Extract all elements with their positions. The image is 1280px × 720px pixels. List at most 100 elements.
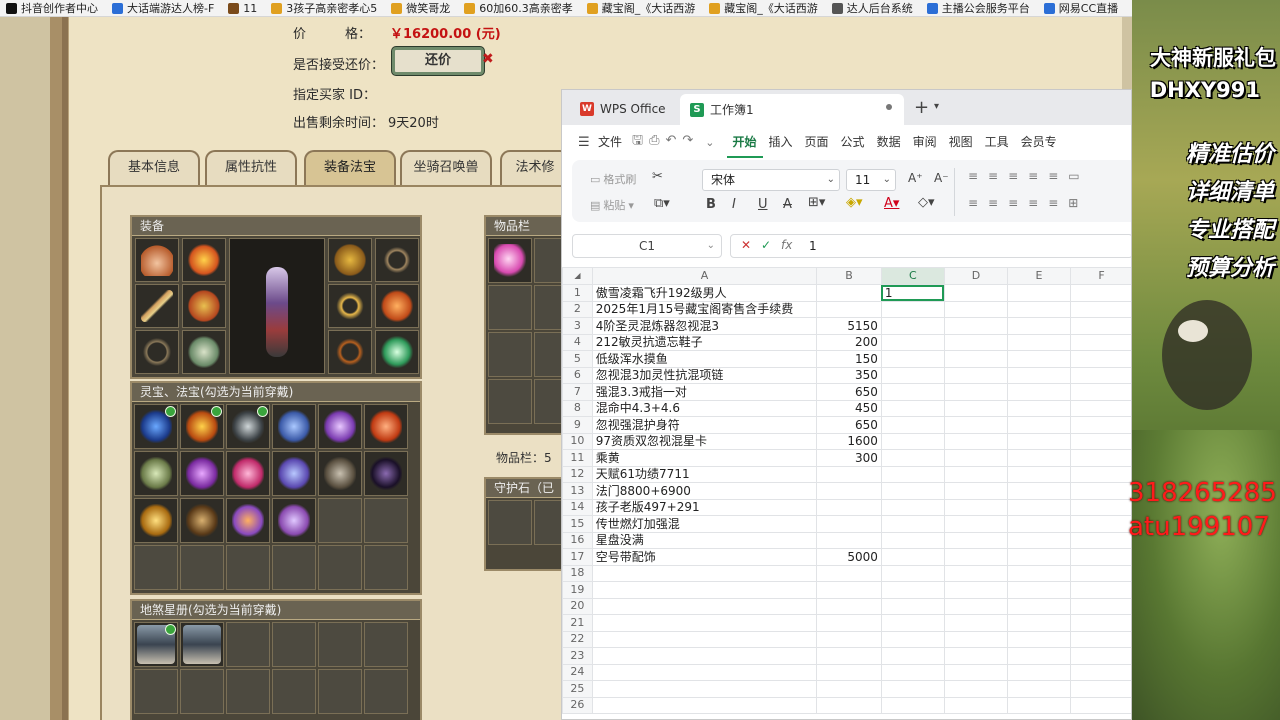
equip-slot-pendant[interactable] [375, 238, 419, 282]
cell-b[interactable] [816, 531, 882, 549]
cell-b[interactable] [816, 300, 882, 318]
menu-insert[interactable]: 插入 [763, 125, 799, 159]
cell-f[interactable] [1069, 498, 1131, 516]
cell-a[interactable]: 低级浑水摸鱼 [591, 350, 818, 368]
cell-c[interactable] [880, 449, 945, 467]
equip-slot-mask[interactable] [328, 238, 372, 282]
cell-c[interactable] [880, 498, 945, 516]
row-header[interactable]: 13 [562, 482, 593, 500]
row-header[interactable]: 15 [562, 515, 593, 533]
counter-offer-button[interactable]: 还价 [392, 47, 484, 75]
cell-e[interactable] [1006, 680, 1071, 698]
cell-b[interactable] [816, 614, 882, 632]
lingbao-slot[interactable] [272, 451, 316, 496]
cell-c[interactable] [880, 383, 945, 401]
disha-slot[interactable] [180, 669, 224, 714]
cell-e[interactable] [1006, 449, 1071, 467]
disha-slot[interactable] [226, 622, 270, 667]
cell-c[interactable] [880, 465, 945, 483]
row-header[interactable]: 21 [562, 614, 593, 632]
cell-f[interactable] [1069, 548, 1131, 566]
lingbao-slot[interactable] [318, 451, 362, 496]
cell-e[interactable] [1006, 663, 1071, 681]
tab-wps-home[interactable]: W WPS Office [570, 96, 674, 122]
cell-c[interactable] [880, 432, 945, 450]
bookmark-item[interactable]: 网易CC直播 [1038, 0, 1126, 16]
format-brush-button[interactable]: ▭ 格式刷 [590, 171, 636, 187]
column-header[interactable]: E [1006, 267, 1071, 285]
cell-f[interactable] [1069, 597, 1131, 615]
bookmark-item[interactable]: 3孩子高亲密孝心5 [265, 0, 385, 16]
cell-a[interactable] [591, 630, 818, 648]
align-top-icons[interactable]: ≡≡≡≡≡▭ [968, 169, 1090, 183]
cell-c[interactable] [880, 663, 945, 681]
row-header[interactable]: 10 [562, 432, 593, 450]
cell-c[interactable] [880, 647, 945, 665]
bookmark-item[interactable]: 大话端游达人榜-F [106, 0, 222, 16]
cell-d[interactable] [943, 680, 1008, 698]
cell-f[interactable] [1069, 366, 1131, 384]
italic-icon[interactable]: I [732, 197, 736, 212]
row-header[interactable]: 18 [562, 564, 593, 582]
cell-a[interactable]: 法门8800+6900 [591, 482, 818, 500]
row-header[interactable]: 23 [562, 647, 593, 665]
cell-f[interactable] [1069, 630, 1131, 648]
bold-icon[interactable]: B [706, 197, 716, 212]
cell-c[interactable] [880, 696, 945, 714]
disha-slot[interactable] [134, 622, 178, 667]
cell-a[interactable] [591, 696, 818, 714]
menu-view[interactable]: 视图 [943, 125, 979, 159]
cell-d[interactable] [943, 548, 1008, 566]
cell-e[interactable] [1006, 647, 1071, 665]
guard-slot[interactable] [488, 500, 532, 545]
cell-a[interactable]: 孩子老版497+291 [591, 498, 818, 516]
cell-b[interactable]: 5000 [816, 548, 882, 566]
cell-b[interactable] [816, 284, 882, 302]
cell-f[interactable] [1069, 317, 1131, 335]
lingbao-slot[interactable] [226, 451, 270, 496]
copy-icon[interactable]: ⧉▾ [654, 196, 670, 211]
row-header[interactable]: 1 [562, 284, 593, 302]
lingbao-slot[interactable] [226, 545, 270, 590]
quick-access-icons[interactable]: 🖫⎙↶↷ [628, 131, 703, 153]
cell-f[interactable] [1069, 663, 1131, 681]
cell-e[interactable] [1006, 350, 1071, 368]
menu-page[interactable]: 页面 [799, 125, 835, 159]
cell-d[interactable] [943, 614, 1008, 632]
decrease-font-icon[interactable]: A⁻ [934, 171, 949, 185]
inventory-slot[interactable] [488, 238, 532, 283]
bookmark-item[interactable]: 抖音创作者中心 [0, 0, 106, 16]
cell-b[interactable]: 650 [816, 383, 882, 401]
cell-b[interactable] [816, 564, 882, 582]
cell-b[interactable] [816, 465, 882, 483]
cell-d[interactable] [943, 284, 1008, 302]
cell-b[interactable] [816, 647, 882, 665]
lingbao-slot[interactable] [226, 498, 270, 543]
disha-slot[interactable] [272, 622, 316, 667]
cell-e[interactable] [1006, 416, 1071, 434]
cell-a[interactable] [591, 663, 818, 681]
equip-slot-armor[interactable] [182, 284, 226, 328]
cell-a[interactable] [591, 647, 818, 665]
row-header[interactable]: 9 [562, 416, 593, 434]
cell-e[interactable] [1006, 317, 1071, 335]
cell-a[interactable] [591, 680, 818, 698]
cell-b[interactable] [816, 696, 882, 714]
column-header[interactable]: D [943, 267, 1008, 285]
cell-f[interactable] [1069, 482, 1131, 500]
select-all-corner[interactable]: ◢ [562, 267, 593, 285]
cell-c[interactable] [880, 399, 945, 417]
lingbao-slot[interactable] [180, 545, 224, 590]
cell-f[interactable] [1069, 647, 1131, 665]
inventory-slot[interactable] [488, 285, 532, 330]
paste-button[interactable]: ▤ 粘贴 ▾ [590, 197, 634, 213]
cell-a[interactable] [591, 564, 818, 582]
cell-f[interactable] [1069, 383, 1131, 401]
row-header[interactable]: 2 [562, 300, 593, 318]
tab-spells[interactable]: 法术修 [500, 150, 570, 186]
cell-f[interactable] [1069, 531, 1131, 549]
function-icon[interactable]: fx [781, 238, 792, 252]
cell-a[interactable]: 忽视混3加灵性抗混项链 [591, 366, 818, 384]
cell-e[interactable] [1006, 465, 1071, 483]
disha-slot[interactable] [364, 622, 408, 667]
